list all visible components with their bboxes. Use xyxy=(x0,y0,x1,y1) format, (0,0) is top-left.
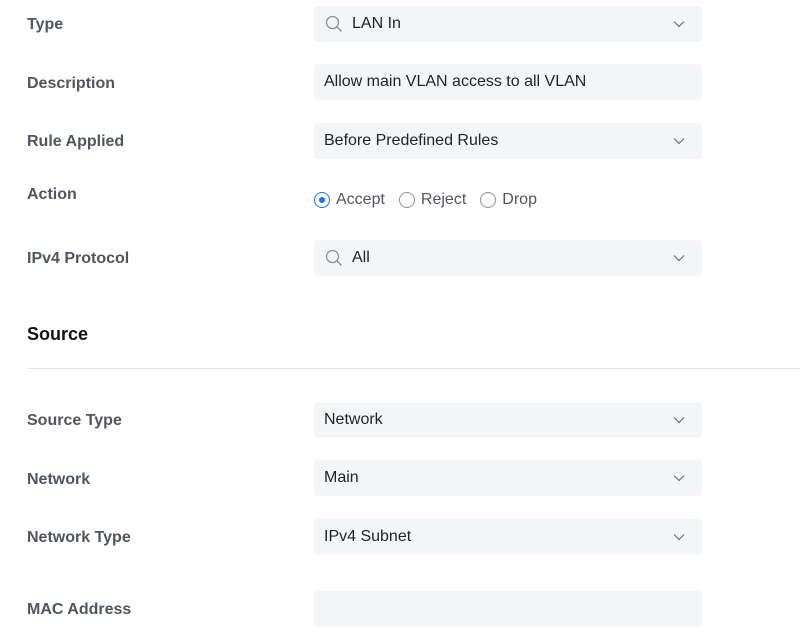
network-select[interactable]: Main xyxy=(314,460,702,496)
ipv4-protocol-value: All xyxy=(352,249,370,266)
rule-applied-value: Before Predefined Rules xyxy=(324,132,499,149)
search-icon xyxy=(324,14,344,34)
action-radio-drop[interactable]: Drop xyxy=(480,190,537,210)
radio-checked-icon xyxy=(314,192,330,208)
mac-address-label: MAC Address xyxy=(27,601,132,618)
source-type-label: Source Type xyxy=(27,412,122,429)
description-label: Description xyxy=(27,75,116,92)
chevron-down-icon xyxy=(672,471,686,485)
action-option-label: Reject xyxy=(420,191,467,208)
ipv4-protocol-select[interactable]: All xyxy=(314,240,702,276)
rule-applied-select[interactable]: Before Predefined Rules xyxy=(314,123,702,159)
type-value: LAN In xyxy=(352,15,401,32)
radio-unchecked-icon xyxy=(480,192,497,208)
rule-applied-label: Rule Applied xyxy=(27,133,125,150)
network-type-value: IPv4 Subnet xyxy=(324,528,412,545)
type-select[interactable]: LAN In xyxy=(314,6,702,42)
source-type-value: Network xyxy=(324,411,383,428)
mac-address-input[interactable] xyxy=(314,591,702,627)
chevron-down-icon xyxy=(672,134,686,148)
action-radio-reject[interactable]: Reject xyxy=(398,190,467,210)
type-label: Type xyxy=(27,16,64,33)
action-radio-accept[interactable]: Accept xyxy=(314,190,385,210)
action-option-label: Accept xyxy=(336,191,385,208)
source-section-title: Source xyxy=(27,324,89,344)
action-label: Action xyxy=(27,186,77,203)
chevron-down-icon xyxy=(672,530,686,544)
search-icon xyxy=(324,248,344,268)
source-type-select[interactable]: Network xyxy=(314,402,702,438)
network-type-select[interactable]: IPv4 Subnet xyxy=(314,519,702,555)
network-value: Main xyxy=(324,469,359,486)
network-label: Network xyxy=(27,471,91,488)
action-radio-group: Accept Reject Drop xyxy=(314,188,551,212)
network-type-label: Network Type xyxy=(27,529,131,546)
firewall-rule-form: Type LAN In Description Allow main VLAN … xyxy=(0,0,800,640)
chevron-down-icon xyxy=(672,251,686,265)
chevron-down-icon xyxy=(672,413,686,427)
ipv4-protocol-label: IPv4 Protocol xyxy=(27,250,130,267)
action-option-label: Drop xyxy=(502,191,537,208)
section-divider xyxy=(27,368,800,369)
description-value: Allow main VLAN access to all VLAN xyxy=(324,73,587,90)
chevron-down-icon xyxy=(672,17,686,31)
description-input[interactable]: Allow main VLAN access to all VLAN xyxy=(314,64,702,100)
radio-unchecked-icon xyxy=(398,192,415,208)
